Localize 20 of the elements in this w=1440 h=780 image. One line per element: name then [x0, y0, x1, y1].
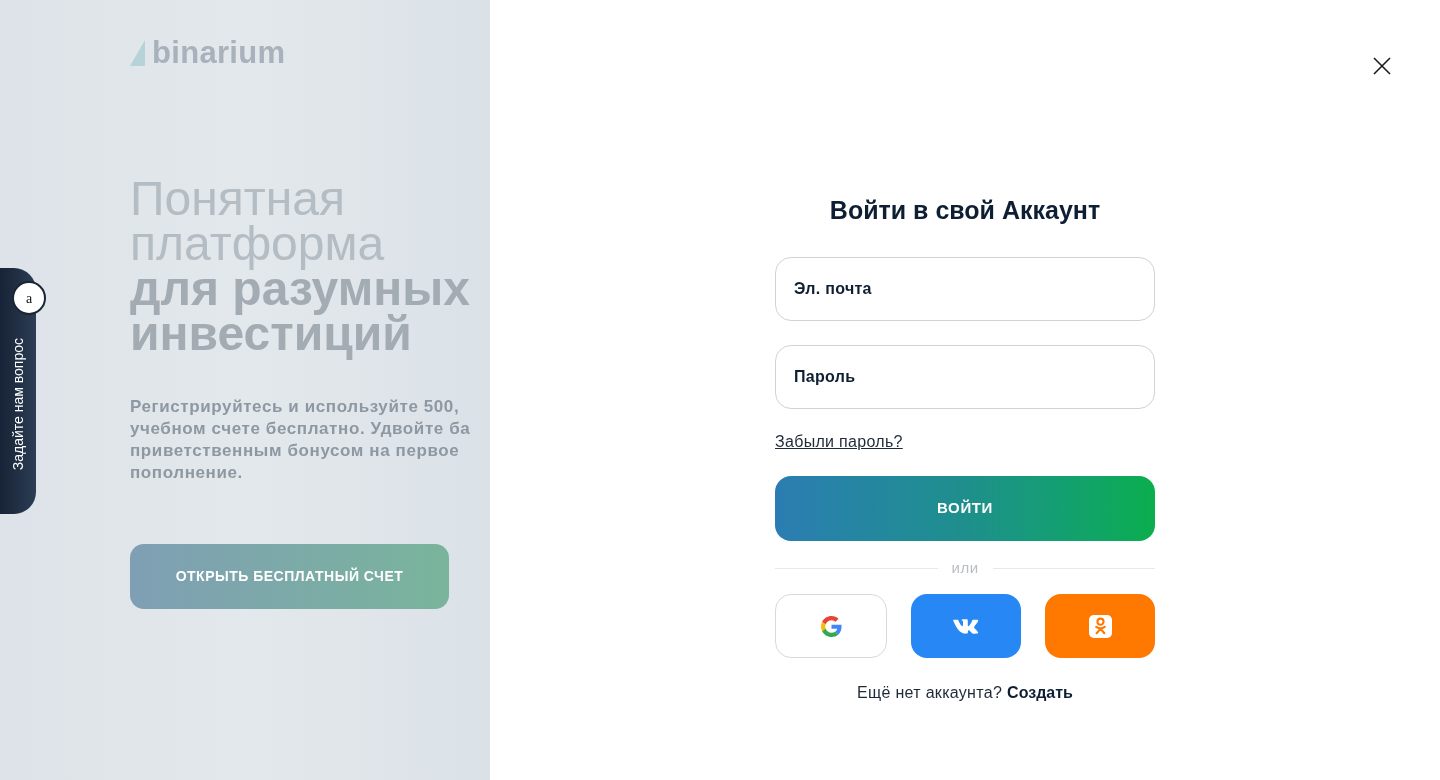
close-button[interactable]: [1373, 57, 1391, 75]
logo-icon: [130, 40, 145, 66]
vk-login-button[interactable]: [911, 594, 1021, 658]
close-icon: [1373, 57, 1391, 75]
password-field[interactable]: Пароль: [775, 345, 1155, 409]
ok-login-button[interactable]: [1045, 594, 1155, 658]
chat-badge[interactable]: a: [12, 281, 46, 315]
forgot-password-link[interactable]: Забыли пароль?: [775, 432, 903, 452]
vk-logo-icon: [953, 618, 979, 634]
create-account-link[interactable]: Создать: [1007, 682, 1073, 704]
login-button[interactable]: ВОЙТИ: [775, 476, 1155, 541]
signup-prompt-text: Ещё нет аккаунта?: [857, 683, 1003, 703]
divider-text: или: [951, 558, 979, 578]
google-login-button[interactable]: [775, 594, 887, 658]
google-logo-icon: [820, 615, 842, 637]
description: Регистрируйтесь и используйте 500, учебном счете бесплатно. Удвойте ба приветственным бонусом на первое пополнение.: [130, 396, 472, 484]
login-title: Войти в свой Аккаунт: [828, 195, 1102, 225]
email-field[interactable]: Эл. почта: [775, 257, 1155, 321]
logo-text: binarium: [152, 38, 286, 68]
ok-logo-icon: [1088, 614, 1112, 638]
